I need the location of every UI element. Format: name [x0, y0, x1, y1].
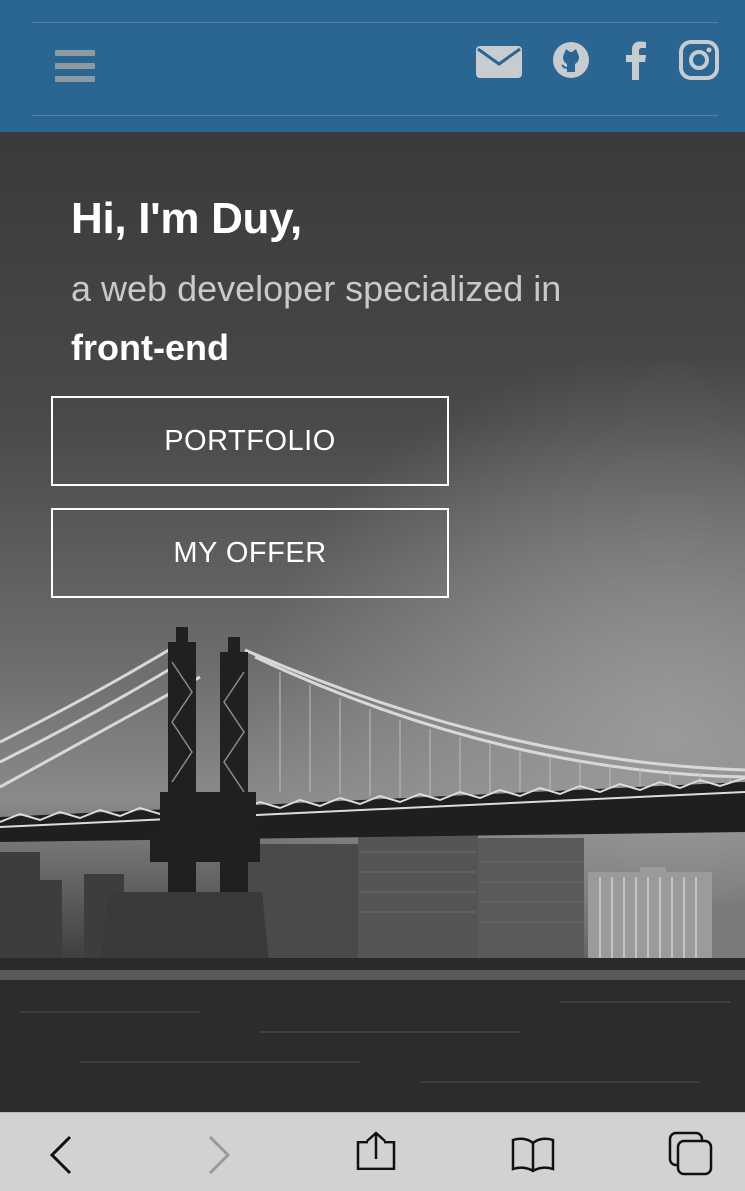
- hamburger-menu-icon[interactable]: [55, 50, 95, 84]
- github-icon[interactable]: [551, 40, 591, 80]
- top-navbar: [0, 0, 745, 132]
- instagram-icon[interactable]: [679, 40, 719, 80]
- forward-icon[interactable]: [196, 1131, 240, 1175]
- hero-greeting: Hi, I'm Duy,: [71, 194, 302, 243]
- my-offer-button[interactable]: MY OFFER: [51, 508, 449, 598]
- facebook-icon[interactable]: [623, 40, 649, 80]
- browser-toolbar: [0, 1112, 745, 1191]
- tabs-icon[interactable]: [668, 1131, 713, 1176]
- navbar-divider-bottom: [32, 115, 718, 116]
- back-icon[interactable]: [40, 1131, 84, 1175]
- bookmarks-icon[interactable]: [510, 1131, 555, 1175]
- hero-subline: a web developer specialized in: [71, 268, 562, 309]
- portfolio-button[interactable]: PORTFOLIO: [51, 396, 449, 486]
- hero-section: Hi, I'm Duy, a web developer specialized…: [0, 132, 745, 1112]
- envelope-icon[interactable]: [476, 40, 522, 80]
- hero-specialty: front-end: [71, 327, 229, 368]
- share-icon[interactable]: [354, 1131, 398, 1175]
- navbar-divider-top: [32, 22, 718, 23]
